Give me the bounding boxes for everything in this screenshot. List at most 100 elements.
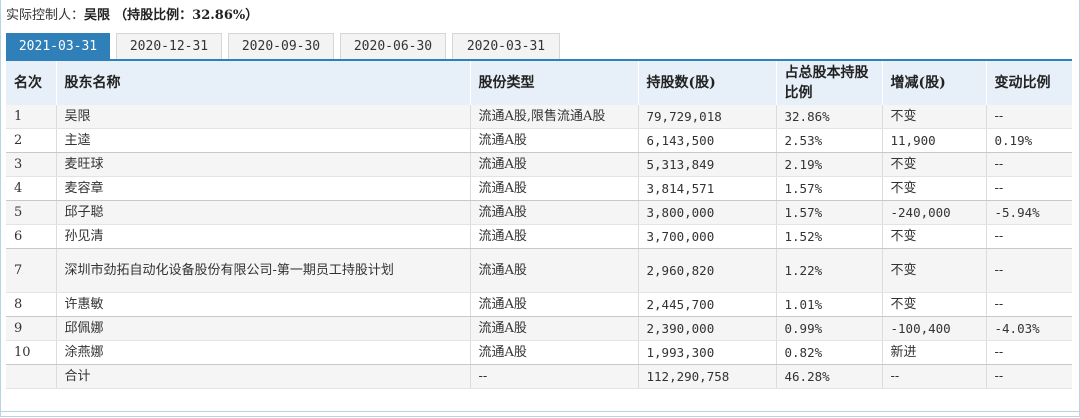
controller-name: 吴限 bbox=[84, 8, 111, 23]
tab-2021-03-31[interactable]: 2021-03-31 bbox=[6, 33, 110, 60]
cell-type: 流通A股 bbox=[470, 340, 639, 365]
cell-rank: 9 bbox=[6, 316, 57, 341]
cell-rank: 4 bbox=[6, 176, 57, 201]
cell-ratio: 2.53% bbox=[776, 128, 883, 153]
cell-change: -- bbox=[882, 364, 987, 389]
cell-change: 不变 bbox=[882, 176, 987, 201]
cell-name: 许惠敏 bbox=[56, 292, 471, 317]
cell-type: 流通A股 bbox=[470, 224, 639, 249]
cell-name: 合计 bbox=[56, 364, 471, 389]
tab-2020-06-30[interactable]: 2020-06-30 bbox=[340, 33, 446, 59]
cell-type: 流通A股 bbox=[470, 292, 639, 317]
cell-change-pct: -- bbox=[986, 248, 1072, 293]
col-rank: 名次 bbox=[6, 61, 57, 105]
cell-rank: 7 bbox=[6, 248, 57, 293]
cell-name: 主逵 bbox=[56, 128, 471, 153]
cell-ratio: 32.86% bbox=[776, 105, 883, 129]
col-type: 股份类型 bbox=[470, 61, 639, 105]
cell-type: 流通A股 bbox=[470, 248, 639, 293]
shareholders-table: 名次 股东名称 股份类型 持股数(股) 占总股本持股比例 增减(股) 变动比例 … bbox=[6, 61, 1072, 389]
cell-change: -240,000 bbox=[882, 200, 987, 225]
cell-shares: 2,390,000 bbox=[638, 316, 777, 341]
cell-rank: 8 bbox=[6, 292, 57, 317]
table-row: 6 孙见清 流通A股 3,700,000 1.52% 不变 -- bbox=[6, 224, 1072, 249]
cell-ratio: 2.19% bbox=[776, 152, 883, 177]
cell-name: 深圳市劲拓自动化设备股份有限公司-第一期员工持股计划 bbox=[56, 248, 471, 293]
cell-change: 不变 bbox=[882, 248, 987, 293]
cell-shares: 1,993,300 bbox=[638, 340, 777, 365]
cell-type: 流通A股 bbox=[470, 176, 639, 201]
col-shares: 持股数(股) bbox=[638, 61, 777, 105]
cell-change-pct: -- bbox=[986, 224, 1072, 249]
cell-ratio: 1.52% bbox=[776, 224, 883, 249]
cell-change: 不变 bbox=[882, 292, 987, 317]
cell-name: 吴限 bbox=[56, 105, 471, 129]
cell-name: 麦旺球 bbox=[56, 152, 471, 177]
cell-change-pct: -- bbox=[986, 292, 1072, 317]
cell-shares: 112,290,758 bbox=[638, 364, 777, 389]
table-row: 5 邱子聪 流通A股 3,800,000 1.57% -240,000 -5.9… bbox=[6, 200, 1072, 225]
cell-ratio: 0.82% bbox=[776, 340, 883, 365]
cell-ratio: 1.01% bbox=[776, 292, 883, 317]
cell-type: 流通A股 bbox=[470, 152, 639, 177]
col-change: 增减(股) bbox=[882, 61, 987, 105]
table-row: 1 吴限 流通A股,限售流通A股 79,729,018 32.86% 不变 -- bbox=[6, 105, 1072, 129]
cell-type: 流通A股,限售流通A股 bbox=[470, 105, 639, 129]
cell-shares: 79,729,018 bbox=[638, 105, 777, 129]
cell-name: 涂燕娜 bbox=[56, 340, 471, 365]
cell-ratio: 1.57% bbox=[776, 200, 883, 225]
cell-ratio: 1.57% bbox=[776, 176, 883, 201]
cell-change: 新进 bbox=[882, 340, 987, 365]
cell-change-pct: -- bbox=[986, 364, 1072, 389]
cell-ratio: 0.99% bbox=[776, 316, 883, 341]
cell-change-pct: -5.94% bbox=[986, 200, 1072, 225]
tab-2020-03-31[interactable]: 2020-03-31 bbox=[452, 33, 560, 59]
cell-shares: 3,700,000 bbox=[638, 224, 777, 249]
cell-change: -100,400 bbox=[882, 316, 987, 341]
cell-rank bbox=[6, 364, 57, 389]
col-ratio: 占总股本持股比例 bbox=[776, 61, 883, 105]
controller-info: 实际控制人：吴限 （持股比例：32.86%） bbox=[6, 6, 258, 26]
table-row: 10 涂燕娜 流通A股 1,993,300 0.82% 新进 -- bbox=[6, 340, 1072, 365]
controller-ratio: （持股比例：32.86%） bbox=[114, 8, 259, 23]
tab-2020-09-30[interactable]: 2020-09-30 bbox=[228, 33, 334, 59]
cell-shares: 5,313,849 bbox=[638, 152, 777, 177]
table-row: 4 麦容章 流通A股 3,814,571 1.57% 不变 -- bbox=[6, 176, 1072, 201]
table-row: 3 麦旺球 流通A股 5,313,849 2.19% 不变 -- bbox=[6, 152, 1072, 177]
cell-rank: 1 bbox=[6, 105, 57, 129]
cell-change-pct: -- bbox=[986, 176, 1072, 201]
table-header-row: 名次 股东名称 股份类型 持股数(股) 占总股本持股比例 增减(股) 变动比例 bbox=[6, 61, 1072, 105]
cell-type: 流通A股 bbox=[470, 128, 639, 153]
col-change-pct: 变动比例 bbox=[986, 61, 1072, 105]
cell-change-pct: -4.03% bbox=[986, 316, 1072, 341]
cell-shares: 3,814,571 bbox=[638, 176, 777, 201]
cell-name: 孙见清 bbox=[56, 224, 471, 249]
cell-rank: 5 bbox=[6, 200, 57, 225]
cell-change: 不变 bbox=[882, 105, 987, 129]
cell-change-pct: 0.19% bbox=[986, 128, 1072, 153]
table-row: 9 邱佩娜 流通A股 2,390,000 0.99% -100,400 -4.0… bbox=[6, 316, 1072, 341]
cell-change: 不变 bbox=[882, 152, 987, 177]
cell-ratio: 1.22% bbox=[776, 248, 883, 293]
table-total-row: 合计 -- 112,290,758 46.28% -- -- bbox=[6, 364, 1072, 389]
table-row: 8 许惠敏 流通A股 2,445,700 1.01% 不变 -- bbox=[6, 292, 1072, 317]
cell-rank: 10 bbox=[6, 340, 57, 365]
cell-change-pct: -- bbox=[986, 340, 1072, 365]
cell-shares: 3,800,000 bbox=[638, 200, 777, 225]
cell-type: 流通A股 bbox=[470, 316, 639, 341]
cell-rank: 3 bbox=[6, 152, 57, 177]
bottom-border bbox=[0, 411, 1080, 412]
cell-shares: 2,960,820 bbox=[638, 248, 777, 293]
controller-label: 实际控制人： bbox=[6, 8, 85, 23]
table-row: 7 深圳市劲拓自动化设备股份有限公司-第一期员工持股计划 流通A股 2,960,… bbox=[6, 248, 1072, 293]
table-row: 2 主逵 流通A股 6,143,500 2.53% 11,900 0.19% bbox=[6, 128, 1072, 153]
cell-name: 邱佩娜 bbox=[56, 316, 471, 341]
cell-type: -- bbox=[470, 364, 639, 389]
cell-rank: 6 bbox=[6, 224, 57, 249]
cell-shares: 6,143,500 bbox=[638, 128, 777, 153]
cell-change-pct: -- bbox=[986, 152, 1072, 177]
col-name: 股东名称 bbox=[56, 61, 471, 105]
tab-2020-12-31[interactable]: 2020-12-31 bbox=[116, 33, 222, 59]
cell-rank: 2 bbox=[6, 128, 57, 153]
cell-type: 流通A股 bbox=[470, 200, 639, 225]
